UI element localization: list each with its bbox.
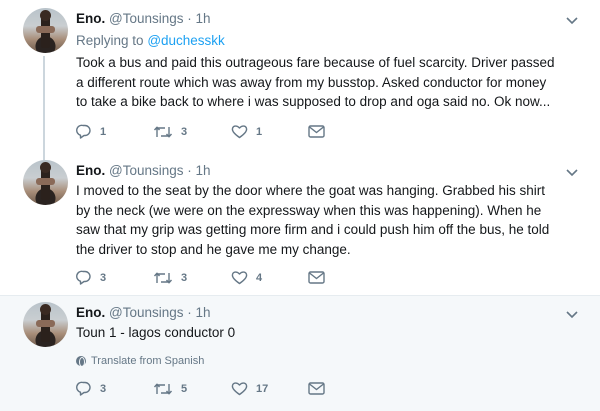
chevron-down-icon[interactable] bbox=[566, 306, 578, 324]
tweet-text: I moved to the seat by the door where th… bbox=[76, 183, 550, 257]
retweet-button[interactable]: 3 bbox=[153, 125, 231, 139]
like-count: 17 bbox=[256, 382, 269, 395]
like-button[interactable]: 17 bbox=[231, 381, 308, 396]
direct-message-button[interactable] bbox=[308, 271, 325, 284]
separator-dot: · bbox=[187, 305, 192, 320]
reply-count: 3 bbox=[100, 382, 107, 395]
like-count: 1 bbox=[256, 125, 263, 138]
retweet-icon bbox=[153, 271, 173, 285]
tweet-1[interactable]: Eno. @Tounsings · 1h Replying to @duches… bbox=[0, 0, 600, 160]
replying-to: Replying to @duchesskk bbox=[76, 31, 560, 50]
reply-button[interactable]: 3 bbox=[76, 270, 153, 285]
separator-dot: · bbox=[187, 11, 192, 26]
timestamp[interactable]: 1h bbox=[196, 305, 211, 320]
envelope-icon bbox=[308, 382, 325, 395]
tweet-3[interactable]: Eno. @Tounsings · 1h Toun 1 - lagos cond… bbox=[0, 296, 600, 411]
chevron-down-icon[interactable] bbox=[566, 164, 578, 182]
reply-count: 3 bbox=[100, 271, 107, 284]
reply-count: 1 bbox=[100, 125, 107, 138]
heart-icon bbox=[231, 270, 248, 285]
retweet-button[interactable]: 5 bbox=[153, 382, 231, 396]
translate-link[interactable]: Translate from Spanish bbox=[76, 353, 560, 369]
tweet-header: Eno. @Tounsings · 1h bbox=[76, 162, 560, 180]
retweet-button[interactable]: 3 bbox=[153, 271, 231, 285]
tweet-header: Eno. @Tounsings · 1h bbox=[76, 10, 560, 28]
direct-message-button[interactable] bbox=[308, 125, 325, 138]
avatar[interactable] bbox=[23, 8, 68, 53]
retweet-icon bbox=[153, 382, 173, 396]
reply-icon bbox=[76, 270, 92, 285]
like-button[interactable]: 1 bbox=[231, 124, 308, 139]
separator-dot: · bbox=[187, 163, 192, 178]
reply-icon bbox=[76, 381, 92, 396]
user-handle[interactable]: @Tounsings bbox=[109, 305, 184, 320]
user-handle[interactable]: @Tounsings bbox=[109, 163, 184, 178]
user-handle[interactable]: @Tounsings bbox=[109, 11, 184, 26]
tweet-2[interactable]: Eno. @Tounsings · 1h I moved to the seat… bbox=[0, 154, 600, 295]
mention-link[interactable]: @duchesskk bbox=[147, 33, 225, 48]
translate-label: Translate from Spanish bbox=[91, 354, 205, 367]
thread-line bbox=[43, 56, 45, 160]
retweet-icon bbox=[153, 125, 173, 139]
timestamp[interactable]: 1h bbox=[196, 163, 211, 178]
tweet-text: Took a bus and paid this outrageous fare… bbox=[76, 55, 555, 109]
envelope-icon bbox=[308, 125, 325, 138]
heart-icon bbox=[231, 381, 248, 396]
envelope-icon bbox=[308, 271, 325, 284]
display-name[interactable]: Eno. bbox=[76, 11, 105, 26]
timestamp[interactable]: 1h bbox=[196, 11, 211, 26]
display-name[interactable]: Eno. bbox=[76, 305, 105, 320]
reply-icon bbox=[76, 124, 92, 139]
avatar[interactable] bbox=[23, 302, 68, 347]
replying-to-label: Replying to bbox=[76, 33, 144, 48]
reply-button[interactable]: 1 bbox=[76, 124, 153, 139]
retweet-count: 3 bbox=[181, 125, 188, 138]
thread-line bbox=[43, 154, 45, 159]
tweet-header: Eno. @Tounsings · 1h bbox=[76, 304, 560, 322]
heart-icon bbox=[231, 124, 248, 139]
avatar[interactable] bbox=[23, 160, 68, 205]
direct-message-button[interactable] bbox=[308, 382, 325, 395]
like-count: 4 bbox=[256, 271, 263, 284]
chevron-down-icon[interactable] bbox=[566, 12, 578, 30]
reply-button[interactable]: 3 bbox=[76, 381, 153, 396]
display-name[interactable]: Eno. bbox=[76, 163, 105, 178]
retweet-count: 5 bbox=[181, 382, 188, 395]
globe-icon bbox=[76, 355, 86, 367]
retweet-count: 3 bbox=[181, 271, 188, 284]
tweet-text: Toun 1 - lagos conductor 0 bbox=[76, 325, 236, 340]
like-button[interactable]: 4 bbox=[231, 270, 308, 285]
